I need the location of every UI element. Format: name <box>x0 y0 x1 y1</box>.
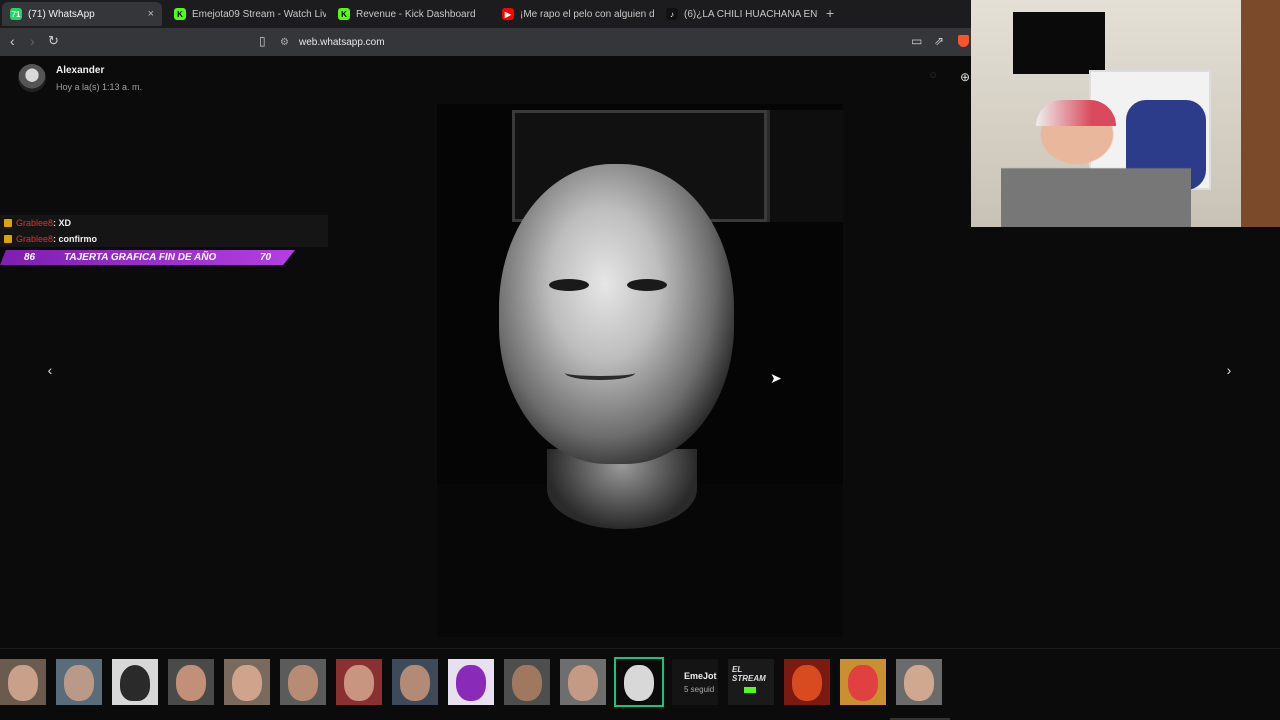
close-tab-icon[interactable]: × <box>142 8 154 20</box>
media-thumbnail[interactable] <box>280 659 326 705</box>
media-thumbnail[interactable] <box>448 659 494 705</box>
tiktok-icon: ♪ <box>666 8 678 20</box>
tab-emejota-stream[interactable]: K Emejota09 Stream - Watch Live o <box>166 2 326 26</box>
thumbnail-name: EmeJot <box>684 671 717 681</box>
tab-label: Revenue - Kick Dashboard <box>356 8 476 20</box>
share-icon[interactable]: ⇗ <box>934 34 944 48</box>
streamer-webcam <box>971 0 1280 227</box>
url-text: web.whatsapp.com <box>298 36 385 48</box>
kick-icon: K <box>174 8 186 20</box>
media-thumbnail[interactable] <box>840 659 886 705</box>
youtube-icon: ▶ <box>502 8 514 20</box>
media-thumbnail[interactable] <box>504 659 550 705</box>
chat-text: : XD <box>53 218 72 228</box>
tab-label: Emejota09 Stream - Watch Live o <box>192 8 326 20</box>
next-media-button[interactable]: › <box>1219 362 1239 378</box>
goal-current: 86 <box>24 252 36 263</box>
media-thumbnail-profile[interactable]: EmeJot 5 seguid <box>672 659 718 705</box>
chat-username: Grablee8 <box>16 234 54 244</box>
tab-youtube-video[interactable]: ▶ ¡Me rapo el pelo con alguien de la c <box>494 2 654 26</box>
photo-mouth <box>565 366 635 380</box>
sender-name: Alexander <box>56 64 105 76</box>
sender-info[interactable]: Alexander Hoy a la(s) 1:13 a. m. <box>18 64 142 92</box>
forward-icon[interactable]: › <box>30 33 35 49</box>
stream-chat-overlay: Grablee8 : XD Grablee8 : confirmo <box>0 215 328 247</box>
mouse-cursor-icon: ➤ <box>770 370 782 386</box>
stream-goal-bar: 86 TAJERTA GRAFICA FIN DE AÑO 70 <box>0 250 295 265</box>
cast-icon[interactable]: ▭ <box>911 34 922 48</box>
subscriber-badge-icon <box>4 235 12 243</box>
webcam-tv <box>1013 12 1105 74</box>
sender-time: Hoy a la(s) 1:13 a. m. <box>56 81 143 92</box>
subscriber-badge-icon <box>4 219 12 227</box>
webcam-door <box>1241 0 1280 227</box>
new-tab-button[interactable]: + <box>826 5 834 21</box>
avatar[interactable] <box>18 64 46 92</box>
media-thumbnail[interactable] <box>168 659 214 705</box>
goal-title: TAJERTA GRAFICA FIN DE AÑO <box>64 252 217 263</box>
goal-target: 70 <box>260 252 272 263</box>
site-info-icon[interactable]: ⚙ <box>280 37 289 48</box>
chat-username: Grablee8 <box>16 218 54 228</box>
media-thumbnail[interactable] <box>56 659 102 705</box>
thumbnail-stream-text: EL STREAM <box>732 665 766 683</box>
webcam-streamer-hair <box>1036 100 1116 126</box>
media-thumbnail[interactable] <box>336 659 382 705</box>
zoom-in-icon[interactable]: ⊕ <box>960 70 970 84</box>
thumbnail-green-badge <box>744 687 756 693</box>
media-thumbnail[interactable] <box>224 659 270 705</box>
photo-eye-right <box>627 279 667 291</box>
photo-face <box>499 164 734 464</box>
bookmark-icon[interactable]: ▯ <box>259 34 266 48</box>
chat-text: : confirmo <box>53 234 98 244</box>
browser-toolbar: ‹ › ↻ ▯ ⚙ web.whatsapp.com ▭ ⇗ <box>0 28 971 56</box>
media-thumbnail[interactable] <box>112 659 158 705</box>
media-thumbnail[interactable] <box>392 659 438 705</box>
address-bar[interactable]: ⚙ web.whatsapp.com <box>280 31 900 53</box>
whatsapp-icon: 71 <box>10 8 22 20</box>
media-thumbnail-strip: EmeJot 5 seguid EL STREAM <box>0 648 1280 720</box>
media-thumbnail[interactable] <box>560 659 606 705</box>
brave-shields-icon[interactable] <box>958 35 969 47</box>
back-icon[interactable]: ‹ <box>10 33 15 49</box>
photo-background-cabinet <box>767 110 843 222</box>
viewed-photo[interactable] <box>437 104 843 637</box>
previous-media-button[interactable]: ‹ <box>40 362 60 378</box>
emoji-icon[interactable]: ☺ <box>928 70 938 81</box>
kick-icon: K <box>338 8 350 20</box>
tab-label: (71) WhatsApp <box>28 8 95 20</box>
tab-strip: 71 (71) WhatsApp × K Emejota09 Stream - … <box>0 0 971 28</box>
reload-icon[interactable]: ↻ <box>48 33 59 49</box>
media-thumbnail[interactable] <box>896 659 942 705</box>
thumbnail-subtitle: 5 seguid <box>684 685 715 694</box>
tab-kick-dashboard[interactable]: K Revenue - Kick Dashboard <box>330 2 490 26</box>
tab-whatsapp[interactable]: 71 (71) WhatsApp × <box>2 2 162 26</box>
browser-chrome: 71 (71) WhatsApp × K Emejota09 Stream - … <box>0 0 971 56</box>
chat-message: Grablee8 : confirmo <box>0 231 328 247</box>
media-thumbnail[interactable] <box>0 659 46 705</box>
media-thumbnail-selected[interactable] <box>614 657 664 707</box>
tab-label: (6)¿LA CHILI HUACHANA ENCONTR <box>684 8 818 20</box>
tab-label: ¡Me rapo el pelo con alguien de la c <box>520 8 654 20</box>
chat-message: Grablee8 : XD <box>0 215 328 231</box>
tab-tiktok[interactable]: ♪ (6)¿LA CHILI HUACHANA ENCONTR <box>658 2 818 26</box>
media-thumbnail-stream[interactable]: EL STREAM <box>728 659 774 705</box>
photo-eye-left <box>549 279 589 291</box>
media-thumbnail[interactable] <box>784 659 830 705</box>
